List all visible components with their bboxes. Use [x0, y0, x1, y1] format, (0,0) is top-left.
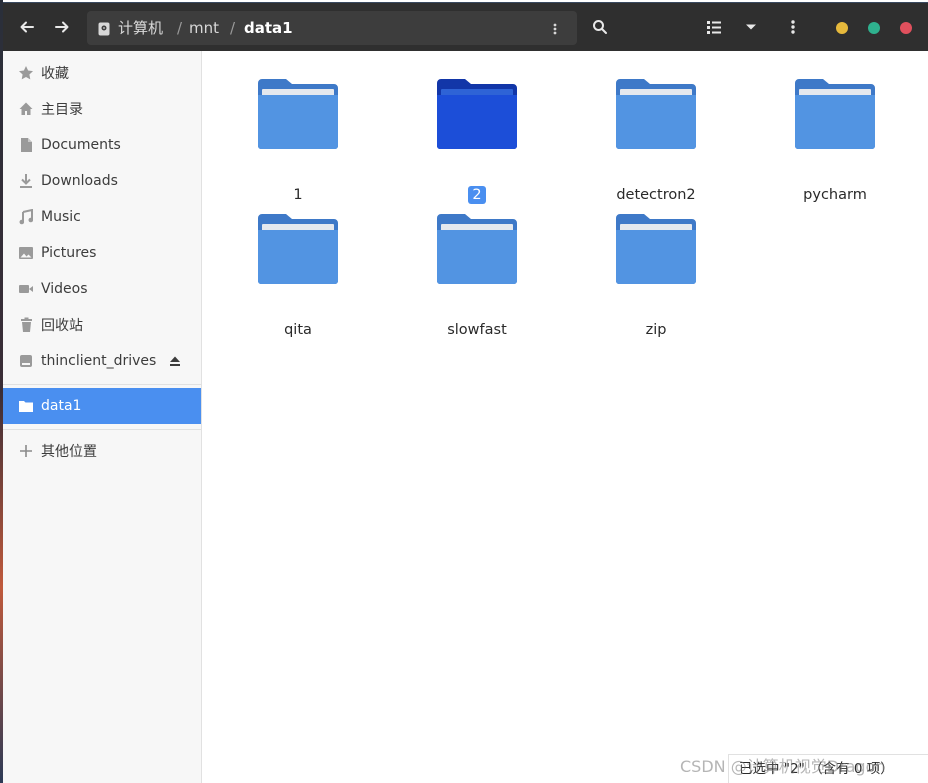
sidebar-item-documents[interactable]: Documents	[3, 127, 201, 163]
star-icon	[15, 65, 37, 81]
search-icon	[593, 20, 607, 34]
breadcrumb-separator: /	[230, 19, 236, 37]
sidebar-item-label: 收藏	[41, 66, 69, 82]
folder-name: qita	[284, 322, 312, 338]
video-icon	[15, 283, 37, 295]
minimize-button[interactable]	[836, 22, 848, 34]
trash-icon	[15, 317, 37, 333]
breadcrumb-data1[interactable]: data1	[244, 11, 293, 45]
folder-name: 2	[402, 186, 552, 204]
breadcrumb-computer[interactable]: 计算机	[118, 11, 163, 45]
sidebar-divider	[3, 429, 201, 430]
folder-name: pycharm	[803, 187, 867, 203]
more-vertical-icon	[791, 20, 795, 34]
folder-icon	[437, 79, 517, 149]
folder-icon	[258, 79, 338, 149]
close-button[interactable]	[900, 22, 912, 34]
breadcrumb-mnt[interactable]: mnt	[189, 11, 219, 45]
music-icon	[15, 209, 37, 225]
sidebar-item-label: Downloads	[41, 173, 118, 189]
picture-icon	[15, 246, 37, 260]
path-menu-icon[interactable]	[553, 21, 557, 40]
folder-icon	[616, 214, 696, 284]
sidebar: 收藏 主目录 Documents Downloads Music Picture…	[3, 51, 202, 783]
folder-icon	[616, 79, 696, 149]
folder-icon	[437, 214, 517, 284]
sidebar-item-label: 回收站	[41, 318, 83, 334]
search-button[interactable]	[584, 11, 616, 43]
sidebar-item-data1[interactable]: data1	[3, 388, 201, 424]
forward-button[interactable]	[46, 11, 78, 43]
sidebar-item-label: 其他位置	[41, 444, 97, 460]
drive-icon	[15, 354, 37, 368]
sidebar-item-downloads[interactable]: Downloads	[3, 163, 201, 199]
plus-icon	[15, 444, 37, 458]
sidebar-item-other-locations[interactable]: 其他位置	[3, 433, 201, 469]
view-options-button[interactable]	[735, 11, 767, 43]
folder-name: 1	[293, 187, 303, 203]
folder-name: slowfast	[447, 322, 507, 338]
back-button[interactable]	[11, 11, 43, 43]
breadcrumb-separator: /	[177, 19, 183, 37]
chevron-down-icon	[746, 24, 756, 30]
sidebar-item-label: Music	[41, 209, 81, 225]
sidebar-item-thinclient-drives[interactable]: thinclient_drives	[3, 343, 201, 379]
sidebar-item-label: 主目录	[41, 102, 83, 118]
folder-item-1[interactable]: 1	[223, 76, 373, 206]
folder-item-2[interactable]: 2	[402, 76, 552, 206]
folder-item-zip[interactable]: zip	[581, 211, 731, 341]
path-bar: 计算机 / mnt / data1	[87, 11, 577, 45]
folder-item-detectron2[interactable]: detectron2	[581, 76, 731, 206]
sidebar-item-starred[interactable]: 收藏	[3, 55, 201, 91]
folder-icon	[795, 79, 875, 149]
computer-drive-icon	[98, 21, 110, 40]
sidebar-item-label: thinclient_drives	[41, 353, 157, 369]
sidebar-item-label: Videos	[41, 281, 88, 297]
sidebar-item-videos[interactable]: Videos	[3, 271, 201, 307]
sidebar-item-home[interactable]: 主目录	[3, 91, 201, 127]
eject-icon[interactable]	[169, 355, 181, 371]
maximize-button[interactable]	[868, 22, 880, 34]
folder-name: zip	[645, 322, 667, 338]
main-menu-button[interactable]	[777, 11, 809, 43]
sidebar-item-pictures[interactable]: Pictures	[3, 235, 201, 271]
arrow-right-icon	[55, 21, 69, 33]
sidebar-item-label: data1	[41, 398, 82, 414]
watermark-text: CSDN @计算机视觉Dragon	[680, 757, 886, 776]
file-view: 1 2 detectron2 pycharm qita slowfast zip…	[202, 51, 928, 783]
file-manager-window: 计算机 / mnt / data1 收藏 主目录 Documents Downl…	[3, 2, 928, 783]
folder-item-slowfast[interactable]: slowfast	[402, 211, 552, 341]
folder-name: detectron2	[616, 187, 696, 203]
sidebar-item-label: Pictures	[41, 245, 97, 261]
view-toggle-button[interactable]	[698, 11, 730, 43]
folder-item-qita[interactable]: qita	[223, 211, 373, 341]
header-bar: 计算机 / mnt / data1	[3, 2, 928, 52]
list-view-icon	[707, 21, 721, 34]
folder-icon	[15, 400, 37, 413]
sidebar-item-music[interactable]: Music	[3, 199, 201, 235]
folder-icon	[258, 214, 338, 284]
sidebar-divider	[3, 384, 201, 385]
sidebar-item-label: Documents	[41, 137, 121, 153]
folder-item-pycharm[interactable]: pycharm	[760, 76, 910, 206]
document-icon	[15, 137, 37, 153]
download-icon	[15, 173, 37, 189]
sidebar-item-trash[interactable]: 回收站	[3, 307, 201, 343]
arrow-left-icon	[20, 21, 34, 33]
home-icon	[15, 101, 37, 117]
